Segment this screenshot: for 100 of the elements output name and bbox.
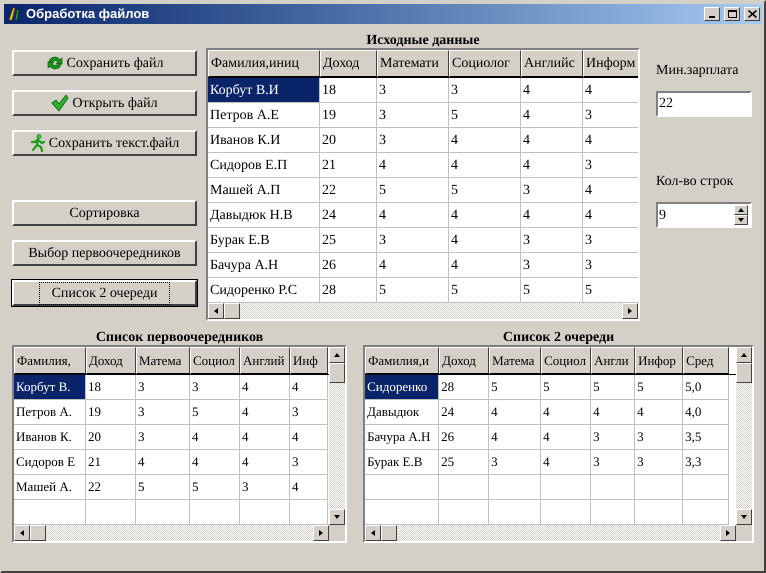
action-button[interactable]: Сохранить текст.файл (12, 130, 197, 156)
scroll-arrow-button[interactable] (329, 347, 346, 363)
action-button[interactable]: Список 2 очереди (12, 280, 197, 306)
table-cell (439, 475, 490, 500)
row-count-spinner[interactable]: 9 (656, 202, 752, 228)
column-header[interactable]: Фамилия,и (365, 347, 440, 374)
right-arrow-icon (724, 529, 732, 537)
scroll-thumb[interactable] (736, 363, 752, 383)
table-cell: 4,0 (683, 400, 730, 425)
scroll-thumb[interactable] (329, 363, 346, 383)
table-cell: Бачура А.Н (208, 253, 320, 278)
table-cell: 3 (136, 400, 190, 425)
table-cell: Петров А. (14, 400, 86, 425)
minimize-icon (709, 16, 715, 18)
column-header[interactable]: Англий (240, 347, 290, 374)
table-cell: 3 (489, 450, 542, 475)
table-cell: 4 (240, 400, 290, 425)
column-header[interactable]: Информ (583, 50, 638, 77)
action-button[interactable]: Сохранить файл (12, 50, 197, 76)
maximize-button[interactable] (724, 7, 740, 21)
table-cell: 22 (86, 475, 136, 500)
table-cell (489, 475, 542, 500)
column-header[interactable]: Матема (136, 347, 190, 374)
window-title: Обработка файлов (26, 5, 150, 24)
column-header[interactable]: Социол (541, 347, 592, 374)
table-cell: 3 (635, 450, 684, 475)
table-cell: 3 (583, 253, 638, 278)
column-header[interactable]: Социол (190, 347, 240, 374)
table-cell: 4 (190, 425, 240, 450)
vertical-scrollbar[interactable] (329, 347, 346, 525)
vertical-scrollbar[interactable] (736, 347, 752, 525)
column-header[interactable]: Доход (320, 50, 377, 77)
table-cell: 4 (489, 400, 542, 425)
scroll-arrow-button[interactable] (720, 525, 736, 541)
scroll-arrow-button[interactable] (365, 525, 382, 541)
minimize-button[interactable] (704, 7, 720, 21)
column-header[interactable]: Социолог (449, 50, 521, 77)
table-cell: 19 (320, 103, 377, 128)
spin-up-button[interactable] (734, 205, 748, 215)
table-cell: 5 (489, 375, 542, 400)
column-header[interactable]: Доход (86, 347, 136, 374)
action-button[interactable]: Выбор первоочередников (12, 240, 197, 266)
left-arrow-icon (18, 529, 26, 537)
column-header[interactable]: Фамилия, (14, 347, 86, 374)
table-cell: Иванов К. (14, 425, 86, 450)
table-cell: 4 (635, 400, 684, 425)
table-cell: 3 (377, 128, 449, 153)
table-cell: 22 (320, 178, 377, 203)
scroll-arrow-button[interactable] (208, 303, 224, 319)
row-count-label: Кол-во строк (656, 173, 734, 191)
scroll-arrow-button[interactable] (736, 509, 752, 525)
action-button[interactable]: Открыть файл (12, 90, 197, 116)
column-header[interactable]: Английс (521, 50, 583, 77)
table-cell: 18 (86, 375, 136, 400)
column-header[interactable]: Фамилия,иниц (208, 50, 320, 77)
column-header[interactable]: Инф (290, 347, 328, 374)
checkmark-icon (51, 94, 70, 112)
column-header[interactable]: Англи (591, 347, 636, 374)
table-cell: 26 (439, 425, 490, 450)
column-header[interactable]: Инфор (635, 347, 684, 374)
horizontal-scrollbar[interactable] (365, 525, 736, 541)
table-cell: 4 (521, 128, 583, 153)
scroll-thumb[interactable] (224, 303, 240, 319)
table-cell: 5 (449, 103, 521, 128)
scroll-thumb[interactable] (30, 525, 46, 541)
section-title: Список 2 очереди (502, 329, 616, 345)
column-header[interactable]: Матема (489, 347, 542, 374)
table-cell: Сидоренко (365, 375, 440, 400)
table-cell: 5 (377, 178, 449, 203)
action-button[interactable]: Сортировка (12, 200, 197, 226)
down-arrow-icon (740, 513, 748, 521)
spin-down-button[interactable] (734, 215, 748, 225)
table-cell: 3 (377, 228, 449, 253)
scroll-arrow-button[interactable] (329, 509, 346, 525)
table-cell (591, 475, 636, 500)
close-button[interactable] (744, 7, 760, 21)
table-cell: 4 (449, 253, 521, 278)
close-icon (748, 10, 756, 18)
scroll-arrow-button[interactable] (736, 347, 752, 363)
horizontal-scrollbar[interactable] (14, 525, 330, 541)
table-cell: 3 (521, 178, 583, 203)
scroll-arrow-button[interactable] (622, 303, 638, 319)
scroll-arrow-button[interactable] (14, 525, 30, 541)
scroll-thumb[interactable] (381, 525, 398, 541)
scroll-arrow-button[interactable] (313, 525, 330, 541)
table-cell: 4 (541, 400, 592, 425)
horizontal-scrollbar[interactable] (208, 303, 638, 319)
table-cell: 4 (290, 475, 328, 500)
column-header[interactable]: Математи (377, 50, 449, 77)
min-salary-field[interactable]: 22 (656, 91, 752, 117)
table-cell (683, 475, 730, 500)
column-header[interactable]: Доход (439, 347, 490, 374)
table-cell: Машей А. (14, 475, 86, 500)
table-cell: 3 (377, 78, 449, 103)
table-cell: Бачура А.Н (365, 425, 440, 450)
table-cell: 19 (86, 400, 136, 425)
left-arrow-icon (369, 529, 378, 537)
column-header[interactable]: Сред (683, 347, 730, 374)
table-cell: 3 (521, 253, 583, 278)
refresh-icon (46, 55, 64, 71)
